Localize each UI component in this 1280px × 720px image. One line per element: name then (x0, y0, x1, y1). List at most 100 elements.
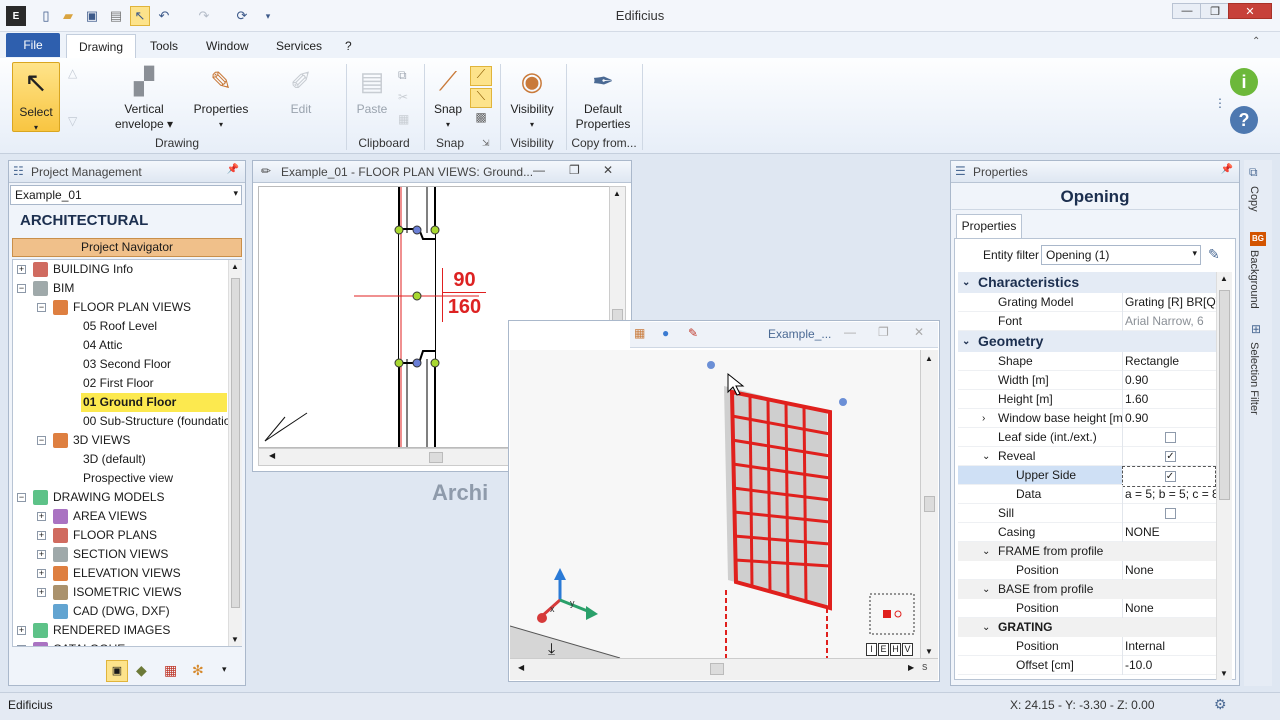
property-row[interactable]: › Window base height [m] 0.90 (958, 409, 1216, 428)
snap-midpoint-icon[interactable]: ⟍ (470, 88, 492, 108)
project-select[interactable]: Example_01 ▾ (10, 185, 242, 205)
side-tab-copy[interactable]: Copy (1248, 186, 1260, 212)
property-row[interactable]: Height [m] 1.60 (958, 390, 1216, 409)
property-subgroup[interactable]: ⌄ BASE from profile (958, 580, 1216, 599)
scroll-thumb[interactable] (924, 496, 935, 512)
expand-icon[interactable]: › (982, 409, 985, 428)
expand-icon[interactable]: + (37, 569, 46, 578)
property-value[interactable]: None (1122, 561, 1216, 580)
render-icon[interactable]: ✎ (688, 326, 698, 340)
property-row[interactable]: Shape Rectangle (958, 352, 1216, 371)
help-icon[interactable]: ? (1230, 106, 1258, 134)
maximize-icon[interactable]: ❐ (569, 163, 580, 177)
property-value[interactable]: -10.0 (1122, 656, 1216, 675)
property-value[interactable]: None (1122, 599, 1216, 618)
collapse-icon[interactable]: ⌄ (982, 580, 990, 599)
maximize-icon[interactable]: ❐ (878, 325, 889, 339)
scroll-right-icon[interactable]: ▶ (908, 663, 914, 672)
minimize-icon[interactable]: — (533, 163, 545, 177)
select-button[interactable]: ↖ Select ▾ (12, 62, 60, 132)
scroll-up-icon[interactable]: △ (68, 66, 77, 80)
scroll-down-icon[interactable]: ▼ (1220, 669, 1228, 678)
tab-drawing[interactable]: Drawing (66, 34, 136, 58)
pin-icon[interactable]: 📌 (227, 164, 239, 175)
scroll-down-icon[interactable]: ▼ (231, 635, 239, 644)
terrain-icon[interactable]: ◆ (136, 662, 147, 679)
dialog-launcher-icon[interactable]: ⇲ (482, 138, 490, 149)
collapse-ribbon-icon[interactable]: ⌃ (1252, 36, 1260, 47)
property-row[interactable]: Upper Side ✓ (958, 466, 1216, 487)
checkbox[interactable]: ✓ (1165, 451, 1176, 463)
edit-button[interactable]: ✐ Edit (276, 64, 326, 117)
checkbox[interactable] (1165, 432, 1176, 444)
property-row[interactable]: Position None (958, 561, 1216, 580)
property-category[interactable]: ⌄ Characteristics (958, 272, 1216, 293)
pin-icon[interactable]: 📌 (1221, 164, 1233, 175)
collapse-icon[interactable]: ⌄ (982, 618, 990, 637)
expand-icon[interactable]: + (37, 531, 46, 540)
paste-special-icon[interactable]: ▦ (398, 112, 409, 126)
cut-icon[interactable]: ✂ (398, 90, 408, 104)
property-value[interactable]: ✓ (1122, 466, 1216, 487)
scroll-thumb[interactable] (710, 663, 724, 675)
property-row[interactable]: Position None (958, 599, 1216, 618)
checkbox[interactable]: ✓ (1164, 471, 1176, 483)
side-tab-selection-filter[interactable]: Selection Filter (1248, 342, 1260, 415)
tab-tools[interactable]: Tools (150, 39, 178, 53)
scroll-up-icon[interactable]: ▲ (925, 354, 933, 363)
property-value[interactable]: Arial Narrow, 6 (1122, 312, 1216, 331)
vertical-envelope-button[interactable]: ▞ Vertical envelope ▾ (104, 64, 184, 132)
tab-services[interactable]: Services (276, 39, 322, 53)
close-icon[interactable]: ✕ (914, 325, 924, 339)
tree-scroll-thumb[interactable] (231, 278, 240, 608)
snap-endpoint-icon[interactable]: ⟋ (470, 66, 492, 86)
scroll-down-icon[interactable]: ▼ (925, 647, 933, 656)
expand-icon[interactable]: + (37, 588, 46, 597)
scroll-thumb[interactable] (429, 452, 443, 463)
scroll-thumb[interactable] (1219, 290, 1230, 500)
status-tool-icon[interactable]: ⚙ (1214, 696, 1227, 713)
nav-label-h[interactable]: H (890, 643, 901, 656)
collapse-icon[interactable]: ⌄ (982, 542, 990, 561)
property-value[interactable]: Grating [R] BR[Q] M (1122, 293, 1216, 312)
property-grid-scrollbar[interactable]: ▲ ▼ (1216, 272, 1232, 680)
property-row[interactable]: Grating Model Grating [R] BR[Q] M (958, 293, 1216, 312)
property-value[interactable]: 0.90 (1122, 409, 1216, 428)
expand-icon[interactable]: + (17, 626, 26, 635)
expand-icon[interactable]: + (37, 512, 46, 521)
minimize-button[interactable]: — (1172, 3, 1202, 19)
tree-scrollbar[interactable]: ▲ ▼ (228, 260, 242, 646)
cube-icon[interactable]: ▦ (634, 326, 645, 340)
checkbox[interactable] (1165, 508, 1176, 520)
expand-icon[interactable]: + (37, 550, 46, 559)
nav-label-e[interactable]: E (878, 643, 889, 656)
property-value[interactable]: NONE (1122, 523, 1216, 542)
scroll-up-icon[interactable]: ▲ (613, 189, 621, 198)
property-row[interactable]: Position Internal (958, 637, 1216, 656)
property-row[interactable]: Width [m] 0.90 (958, 371, 1216, 390)
collapse-icon[interactable]: ⌄ (962, 331, 970, 352)
scroll-down-icon[interactable]: ▽ (68, 114, 77, 128)
collapse-icon[interactable]: − (37, 303, 46, 312)
view-3d-hscroll[interactable]: ◀ ▶ s (510, 658, 938, 680)
property-row[interactable]: Leaf side (int./ext.) (958, 428, 1216, 447)
snap-grid-icon[interactable]: ▩ (470, 110, 492, 130)
gears-icon[interactable]: ✻ (192, 662, 204, 679)
copy-icon[interactable]: ⧉ (398, 68, 407, 83)
property-value[interactable]: 0.90 (1122, 371, 1216, 390)
paste-button[interactable]: ▤ Paste (352, 64, 392, 117)
collapse-icon[interactable]: − (17, 493, 26, 502)
chevron-down-icon[interactable]: ▾ (222, 664, 227, 675)
scroll-left-icon[interactable]: ◀ (518, 663, 524, 672)
close-button[interactable]: ✕ (1228, 3, 1272, 19)
entity-filter-select[interactable]: Opening (1) ▾ (1041, 245, 1201, 265)
side-tab-background[interactable]: Background (1248, 250, 1260, 309)
collapse-icon[interactable]: − (17, 284, 26, 293)
collapse-icon[interactable]: − (37, 436, 46, 445)
property-value[interactable]: 1.60 (1122, 390, 1216, 409)
globe-icon[interactable]: ● (662, 326, 669, 340)
view-3d-vscroll[interactable]: ▲ ▼ (920, 350, 938, 658)
maximize-button[interactable]: ❐ (1200, 3, 1230, 19)
expand-icon[interactable]: + (17, 645, 26, 646)
view-3d-canvas[interactable]: y x ⤓ (510, 350, 920, 658)
